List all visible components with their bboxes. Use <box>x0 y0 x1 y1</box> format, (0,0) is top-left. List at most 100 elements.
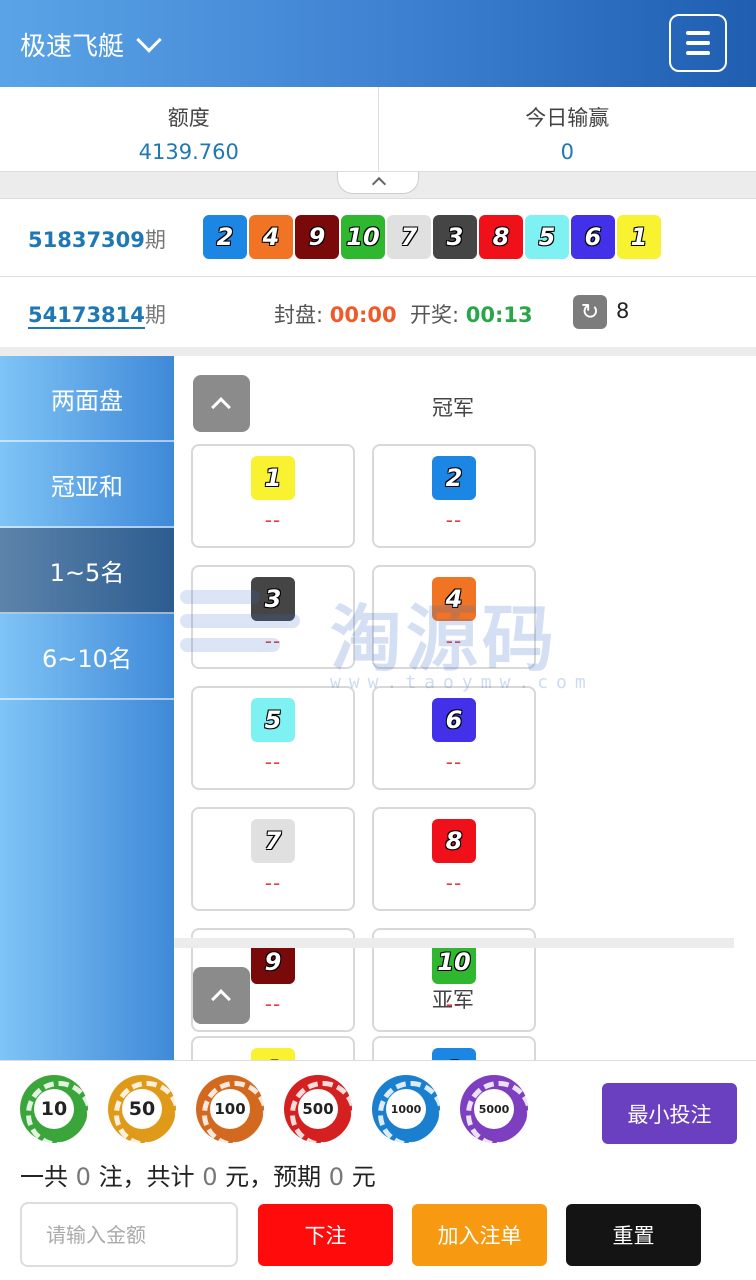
bet-cell[interactable]: 3 -- <box>191 565 355 669</box>
bet-button[interactable]: 下注 <box>258 1204 393 1266</box>
sidebar-item-label: 两面盘 <box>51 386 123 415</box>
bet-cell[interactable]: 1 -- <box>191 444 355 548</box>
bet-cell[interactable]: 2 -- <box>372 444 536 548</box>
chip-1000[interactable]: 1000 <box>372 1075 444 1147</box>
number-ball: 10 <box>341 215 385 259</box>
odds-value: -- <box>445 629 463 653</box>
odds-value: -- <box>264 629 282 653</box>
sidebar-item-rank-6-10[interactable]: 6~10名 <box>0 614 174 700</box>
collapse-toggle[interactable] <box>337 172 419 194</box>
bet-cell[interactable]: 2 <box>372 1036 536 1060</box>
last-draw-balls: 2 4 9 10 7 3 8 5 6 1 <box>203 215 661 259</box>
number-ball: 1 <box>617 215 661 259</box>
hamburger-line <box>686 51 710 55</box>
bet-cell[interactable]: 5 -- <box>191 686 355 790</box>
today-win-value: 0 <box>560 140 574 164</box>
sidebar-item-two-sides[interactable]: 两面盘 <box>0 356 174 442</box>
chip-value: 500 <box>298 1089 338 1129</box>
amount-input[interactable] <box>20 1202 238 1267</box>
section-title: 冠军 <box>432 396 474 420</box>
number-ball: 3 <box>433 215 477 259</box>
number-ball: 4 <box>249 215 293 259</box>
number-ball: 1 <box>251 1048 295 1060</box>
close-timer: 封盘: 00:00 <box>274 299 397 329</box>
sidebar-item-label: 冠亚和 <box>51 472 123 501</box>
bet-cell[interactable]: 4 -- <box>372 565 536 669</box>
number-ball: 8 <box>432 819 476 863</box>
bet-cell[interactable]: 1 <box>191 1036 355 1060</box>
number-ball: 9 <box>295 215 339 259</box>
chip-50[interactable]: 50 <box>108 1075 180 1147</box>
chip-value: 5000 <box>474 1089 514 1129</box>
number-ball: 7 <box>387 215 431 259</box>
close-time: 00:00 <box>329 303 397 327</box>
menu-button[interactable] <box>669 14 727 72</box>
chip-value: 50 <box>122 1089 162 1129</box>
credit-label: 额度 <box>167 106 210 130</box>
odds-value: -- <box>445 871 463 895</box>
current-issue-suffix: 期 <box>144 303 166 327</box>
number-ball: 3 <box>251 577 295 621</box>
odds-value: -- <box>264 750 282 774</box>
summary-expect: 0 <box>328 1163 345 1191</box>
odds-value: -- <box>264 508 282 532</box>
sidebar-item-label: 1~5名 <box>49 558 125 587</box>
chip-500[interactable]: 500 <box>284 1075 356 1147</box>
min-bet-button[interactable]: 最小投注 <box>602 1083 737 1144</box>
sidebar-item-sum[interactable]: 冠亚和 <box>0 442 174 528</box>
number-ball: 1 <box>251 456 295 500</box>
game-title: 极速飞艇 <box>20 31 125 62</box>
chevron-down-icon <box>136 27 162 53</box>
sidebar-item-label: 6~10名 <box>42 644 132 673</box>
summary-total: 0 <box>202 1163 218 1191</box>
bet-cell[interactable]: 6 -- <box>372 686 536 790</box>
section-header-champion: 冠军 <box>174 356 756 444</box>
odds-value: -- <box>445 508 463 532</box>
section-title: 亚军 <box>432 988 474 1012</box>
refresh-button[interactable]: ↻ <box>573 295 607 329</box>
top-bar: 极速飞艇 <box>0 0 756 87</box>
last-issue-suffix: 期 <box>144 228 166 252</box>
current-issue[interactable]: 54173814期 <box>28 299 166 329</box>
chevron-up-icon <box>371 176 387 192</box>
balance-bar: 额度 4139.760 今日输赢 0 <box>0 87 756 172</box>
number-ball: 4 <box>432 577 476 621</box>
open-time: 00:13 <box>465 303 533 327</box>
number-ball: 2 <box>432 1048 476 1060</box>
summary-mid2: 元，预期 <box>225 1163 322 1191</box>
open-timer: 开奖: 00:13 <box>410 299 533 329</box>
summary-suffix: 元 <box>351 1163 376 1191</box>
summary-count: 0 <box>75 1163 91 1191</box>
last-draw-row: 51837309期 2 4 9 10 7 3 8 5 6 1 <box>0 199 756 277</box>
number-ball: 2 <box>203 215 247 259</box>
chip-5000[interactable]: 5000 <box>460 1075 532 1147</box>
bet-cell[interactable]: 7 -- <box>191 807 355 911</box>
number-ball: 6 <box>432 698 476 742</box>
chip-100[interactable]: 100 <box>196 1075 268 1147</box>
collapse-strip <box>0 172 756 199</box>
current-issue-number: 54173814 <box>28 303 145 329</box>
section-runner-up: 亚军 123 <box>174 948 756 1060</box>
reset-button[interactable]: 重置 <box>566 1204 701 1266</box>
last-issue-number: 51837309 <box>28 228 145 252</box>
today-win-label: 今日输赢 <box>525 106 610 130</box>
chip-value: 10 <box>34 1089 74 1129</box>
add-to-slip-button[interactable]: 加入注单 <box>412 1204 547 1266</box>
bet-cell[interactable]: 8 -- <box>372 807 536 911</box>
today-win-box: 今日输赢 0 <box>377 87 756 171</box>
game-selector[interactable]: 极速飞艇 <box>20 26 162 62</box>
open-label: 开奖: <box>410 303 460 327</box>
chip-10[interactable]: 10 <box>20 1075 92 1147</box>
odds-value: -- <box>264 871 282 895</box>
credit-box: 额度 4139.760 <box>0 87 378 171</box>
chip-row: 10 50 100 500 1000 5000 <box>20 1075 532 1147</box>
refresh-countdown: 8 <box>616 299 630 323</box>
refresh-icon: ↻ <box>580 299 600 325</box>
bet-content: 冠军 1--2--3--4--5--6--7--8--9--10-- 亚军 12… <box>174 356 756 1060</box>
number-ball: 8 <box>479 215 523 259</box>
sidebar-item-rank-1-5[interactable]: 1~5名 <box>0 528 174 614</box>
section-header-runner-up: 亚军 <box>174 948 756 1036</box>
chip-value: 1000 <box>386 1089 426 1129</box>
number-ball: 6 <box>571 215 615 259</box>
summary-mid1: 注，共计 <box>98 1163 195 1191</box>
